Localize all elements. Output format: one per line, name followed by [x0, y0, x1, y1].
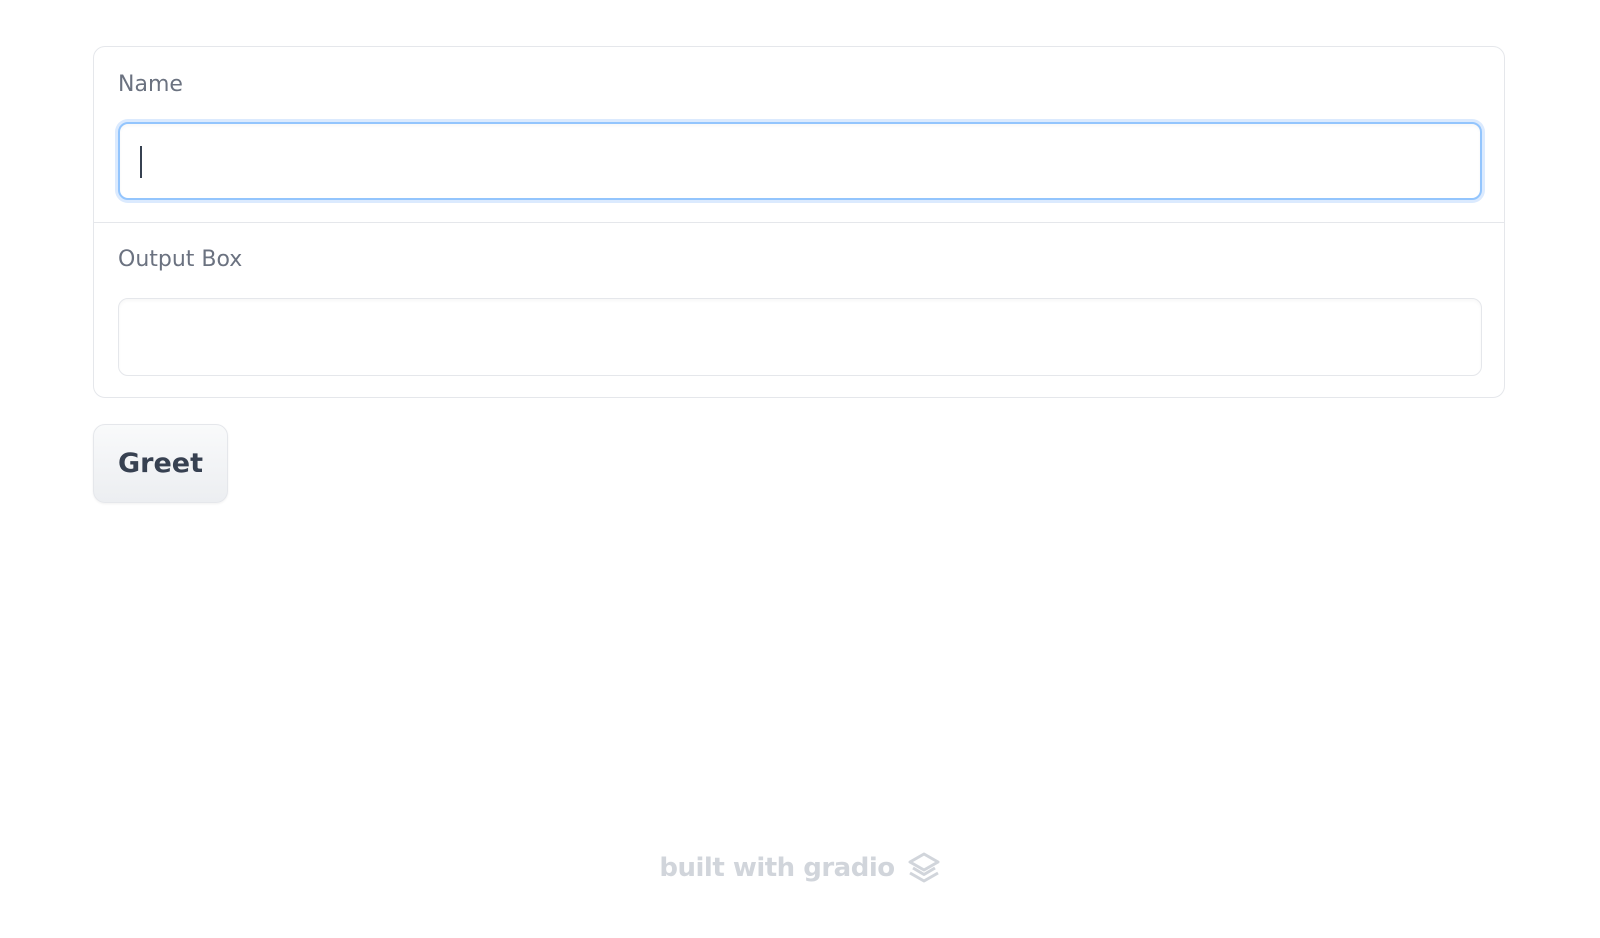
footer: built with gradio: [0, 848, 1600, 888]
gradio-app: Name Output Box Greet built with gradio: [0, 0, 1600, 938]
gradio-logo-icon: [907, 851, 941, 885]
output-label: Output Box: [118, 247, 243, 272]
name-label: Name: [118, 72, 183, 97]
output-field-block: Output Box: [94, 223, 1504, 397]
name-field-block: Name: [94, 47, 1504, 223]
text-caret: [140, 146, 142, 178]
name-input[interactable]: [118, 122, 1482, 200]
form-panel: Name Output Box: [93, 46, 1505, 398]
output-box[interactable]: [118, 298, 1482, 376]
greet-button[interactable]: Greet: [93, 424, 228, 503]
built-with-gradio-link[interactable]: built with gradio: [659, 853, 895, 883]
